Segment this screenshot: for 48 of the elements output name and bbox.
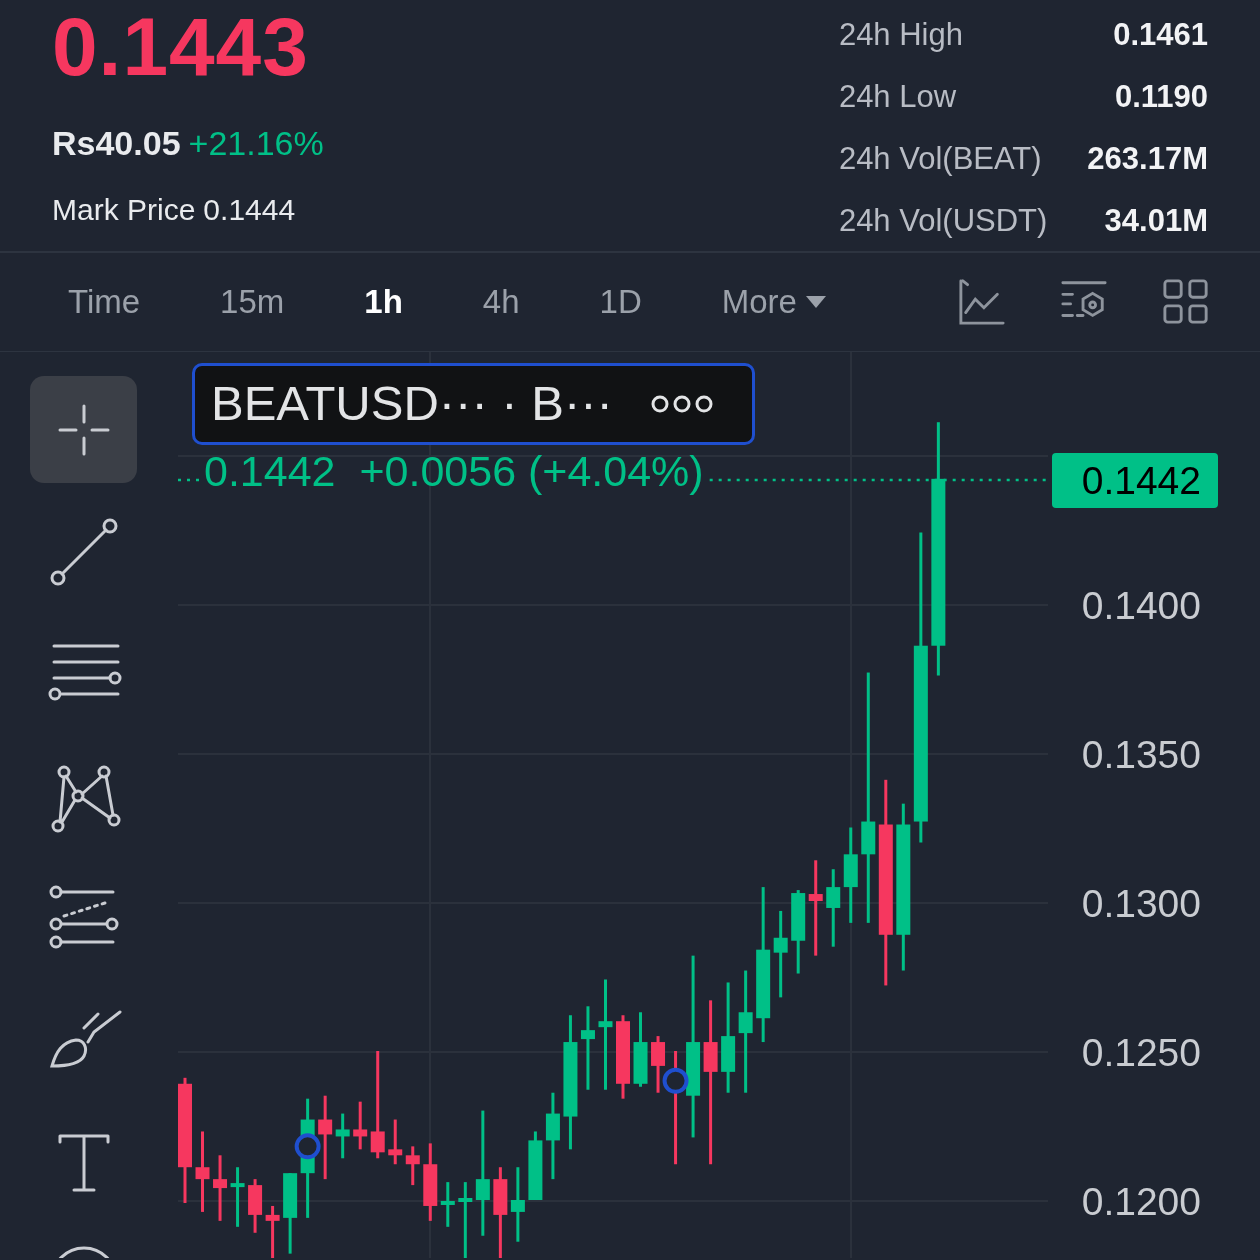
more-options-icon [650,393,714,415]
interval-tab[interactable]: More [721,277,827,327]
stat-label: 24h High [838,16,964,54]
price-axis-label: 0.1400 [1081,584,1201,627]
candlestick [230,1167,245,1227]
candlestick [440,1182,455,1227]
interval-tab[interactable]: 4h [482,277,520,327]
crosshair-tool[interactable] [30,376,137,483]
symbol-legend-box[interactable]: BEATUSD··· · B··· [192,363,755,445]
stat-value: 263.17M [1087,140,1208,178]
candlestick [248,1179,263,1233]
interval-tab[interactable]: Time [68,277,141,327]
price-axis-label: 0.1350 [1081,733,1201,776]
candlestick [528,1131,543,1200]
price-axis-label: 0.1300 [1081,882,1201,925]
candlestick [353,1101,368,1150]
price-axis-label: 0.1250 [1081,1031,1201,1074]
interval-tab[interactable]: 1D [599,277,642,327]
candlestick [405,1146,420,1186]
candlestick [265,1205,280,1258]
candlestick [388,1119,403,1165]
chart-line-icon [958,277,1006,327]
stat-label: 24h Low [838,78,958,116]
symbol-name: BEATUSD··· · B··· [211,375,613,433]
stat-label: 24h Vol(BEAT) [838,140,1043,178]
fiat-price: Rs40.05 [52,123,181,164]
last-price: 0.1443 [52,6,310,88]
grid-icon [1162,277,1210,327]
chart-line-button[interactable] [958,277,1006,327]
interval-tab[interactable]: 15m [220,277,285,327]
interval-tab[interactable]: 1h [364,277,403,327]
candlestick [651,1036,666,1093]
marker-circle [294,1133,321,1160]
stat-label: 24h Vol(USDT) [838,202,1048,240]
candlestick [213,1155,228,1221]
marker-circle [662,1067,689,1094]
dotted-price-line [178,478,200,482]
stat-value: 0.1461 [1112,16,1208,54]
stat-value: 0.1190 [1113,78,1208,116]
last-price-tag: 0.1442 [1052,453,1218,508]
grid-button[interactable] [1162,277,1210,327]
mark-price-value: 0.1444 [203,192,296,228]
candlestick [335,1113,350,1159]
price-change-legend: 0.1442 +0.0056 (+4.04%) [204,448,704,496]
price-axis-label: 0.1200 [1081,1180,1201,1223]
stat-value: 34.01M [1103,202,1208,240]
mark-price-label: Mark Price [52,192,196,228]
price-change: +21.16% [188,123,324,164]
